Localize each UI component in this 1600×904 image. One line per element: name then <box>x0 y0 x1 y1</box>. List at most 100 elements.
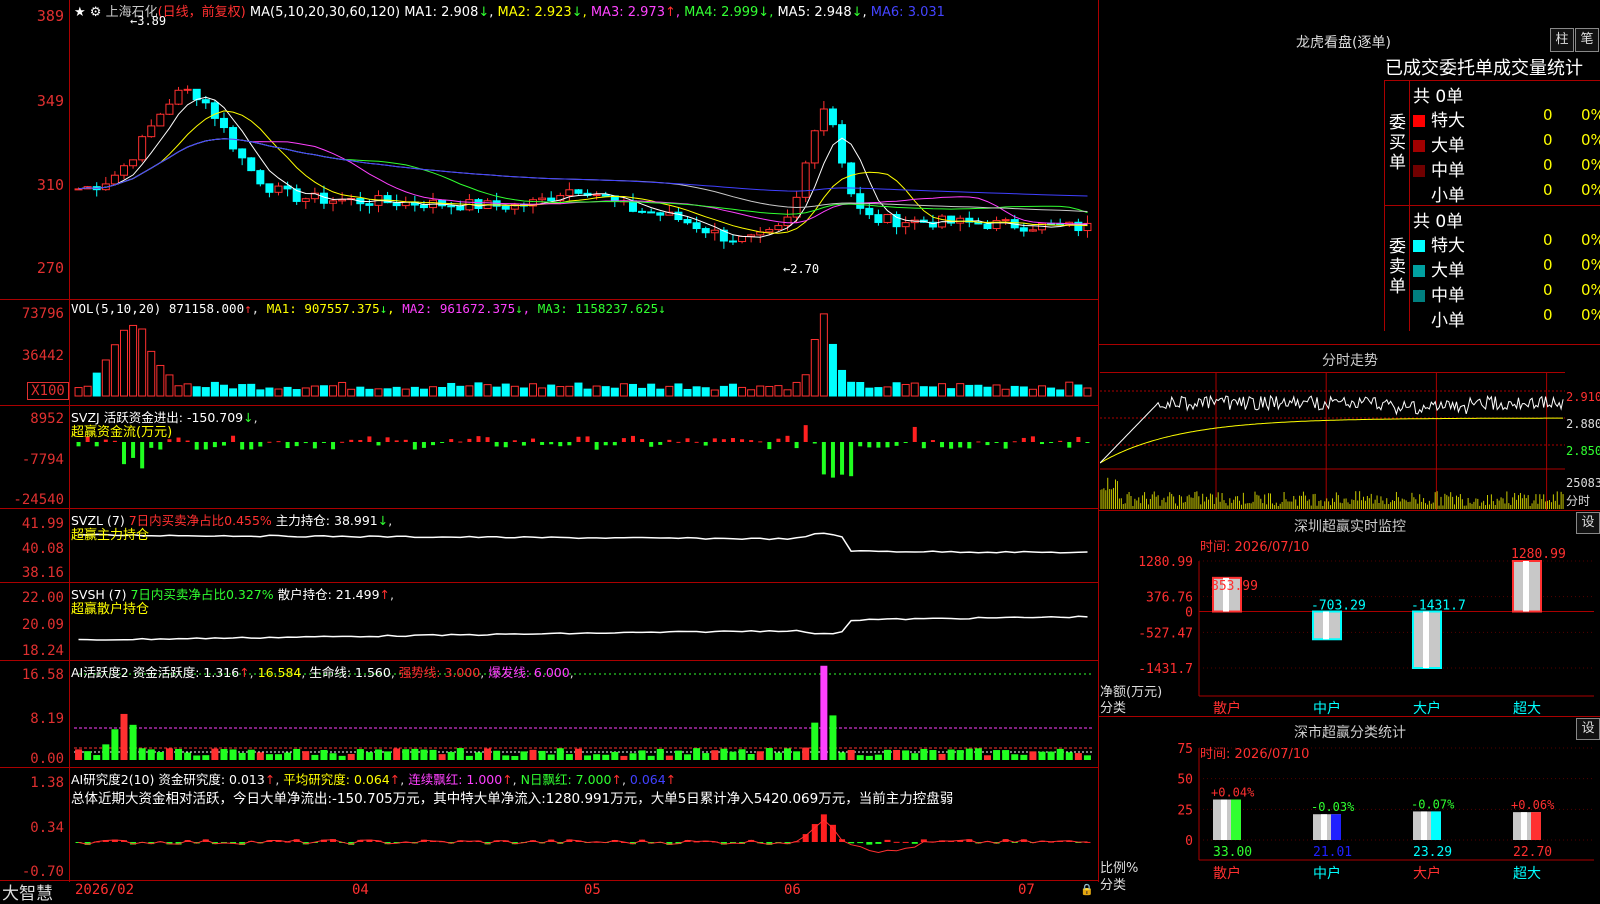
activity-bar <box>1047 751 1055 760</box>
activity-bar <box>647 755 655 760</box>
fund-flow-bar <box>958 442 963 448</box>
fund-flow-bar <box>585 436 590 442</box>
activity-bar <box>656 748 664 760</box>
fund-flow-bar <box>367 436 372 442</box>
xaxis-date-5: 07 <box>1018 882 1035 898</box>
volume-bar <box>456 385 465 397</box>
kline-chart-canvas[interactable] <box>0 0 1098 882</box>
fund-flow-bar <box>621 438 626 442</box>
candle-body <box>710 229 719 234</box>
sz-classify-xlabel: 分类 <box>1100 878 1127 893</box>
activity-bar <box>238 752 246 760</box>
fund-flow-bar <box>449 439 454 442</box>
fund-flow-bar <box>903 442 908 443</box>
activity-bar <box>793 751 801 760</box>
activity-bar <box>93 755 101 760</box>
fund-flow-bar <box>767 442 772 450</box>
ma2-readout: MA2: 2.923↓, <box>497 5 587 20</box>
sell-total: 共 0单 <box>1413 212 1464 232</box>
volume-bar <box>519 387 528 397</box>
candle-body <box>774 225 783 231</box>
candle-body <box>765 229 774 233</box>
fund-flow-bar <box>194 442 199 450</box>
activity-bar <box>402 749 410 760</box>
fund-flow-bar <box>821 442 826 475</box>
fund-flow-bar <box>994 442 999 443</box>
sz-classify-category-label: 中户 <box>1313 865 1341 882</box>
sz-classify-settings-button[interactable]: 设 <box>1576 718 1600 740</box>
activity-bar <box>874 754 882 760</box>
candle-body <box>1019 227 1028 232</box>
sz-monitor-category-label: 大户 <box>1413 700 1441 716</box>
fund-flow-bar <box>385 437 390 442</box>
fund-flow-bar <box>203 442 208 450</box>
volume-bar <box>656 388 665 397</box>
candle-body <box>119 165 128 176</box>
volume-bar <box>529 383 538 397</box>
fund-flow-bar <box>1076 436 1081 442</box>
activity-bar <box>693 748 701 760</box>
buy-total: 共 0单 <box>1413 87 1464 107</box>
candle-body <box>210 102 219 119</box>
activity-bar <box>774 752 782 760</box>
fund-flow-bar <box>949 442 954 449</box>
order-pct: 0% <box>1581 131 1600 149</box>
candle-body <box>201 99 210 104</box>
color-swatch <box>1413 265 1425 277</box>
adjust-mode[interactable]: (日线，前复权) <box>158 5 246 20</box>
sz-monitor-category-label: 散户 <box>1213 700 1241 716</box>
volume-bar <box>901 383 910 397</box>
fund-flow-bar <box>749 440 754 442</box>
fund-flow-bar <box>331 442 336 450</box>
volume-bar <box>101 359 110 397</box>
activity-bar <box>993 750 1001 760</box>
volume-bar <box>747 389 756 397</box>
bar-mode-button[interactable]: 柱 <box>1550 28 1574 52</box>
lock-icon[interactable]: 🔒 <box>1080 883 1094 896</box>
activity-bar <box>365 752 373 760</box>
fund-flow-bar <box>740 439 745 442</box>
fund-flow-bar <box>1040 442 1045 445</box>
intraday-chart[interactable] <box>1100 372 1565 510</box>
volume-bar <box>956 383 965 397</box>
fund-flow-bar <box>412 442 417 450</box>
fund-flow-bar <box>776 438 781 442</box>
volume-bar <box>138 328 147 397</box>
candle-body <box>592 194 601 197</box>
sz-classify-axis-label: 25 <box>1177 803 1193 818</box>
fund-flow-bar <box>567 442 572 446</box>
activity-bar <box>347 753 355 760</box>
candle-body <box>301 198 310 202</box>
fund-flow-bar <box>730 438 735 442</box>
volume-bar <box>910 382 919 397</box>
order-count: 0 <box>1543 306 1553 324</box>
activity-bar <box>911 753 919 760</box>
volume-bar <box>683 388 692 397</box>
sz-monitor-settings-button[interactable]: 设 <box>1576 512 1600 534</box>
sz-classify-category-label: 超大 <box>1513 866 1541 882</box>
fund-flow-bar <box>467 438 472 442</box>
fund-flow-bar <box>858 442 863 447</box>
activity-bar <box>511 755 519 760</box>
sz-monitor-axis-label: 0 <box>1185 606 1193 621</box>
main-chart-area[interactable]: 389 349 310 270 73796 36442 X100 8952 -7… <box>0 0 1099 898</box>
tick-mode-button[interactable]: 笔 <box>1575 28 1599 52</box>
fund-flow-bar <box>258 442 263 447</box>
candle-body <box>883 214 892 223</box>
settings-icon[interactable]: ⚙ <box>90 5 102 20</box>
candle-body <box>365 203 374 206</box>
volume-bar <box>229 388 238 397</box>
volume-bar <box>374 388 383 397</box>
activity-bar <box>1038 751 1046 760</box>
svzj-subtitle: 超赢资金流(万元) <box>71 425 173 440</box>
fund-flow-bar <box>703 442 708 446</box>
ma3-line <box>78 138 1088 225</box>
order-count: 0 <box>1543 281 1553 299</box>
volume-bar <box>83 385 92 397</box>
order-count: 0 <box>1543 131 1553 149</box>
candle-body <box>865 207 874 216</box>
candle-body <box>801 162 810 198</box>
fund-flow-bar <box>658 442 663 445</box>
volume-bar <box>765 385 774 397</box>
fund-flow-bar <box>431 442 436 446</box>
